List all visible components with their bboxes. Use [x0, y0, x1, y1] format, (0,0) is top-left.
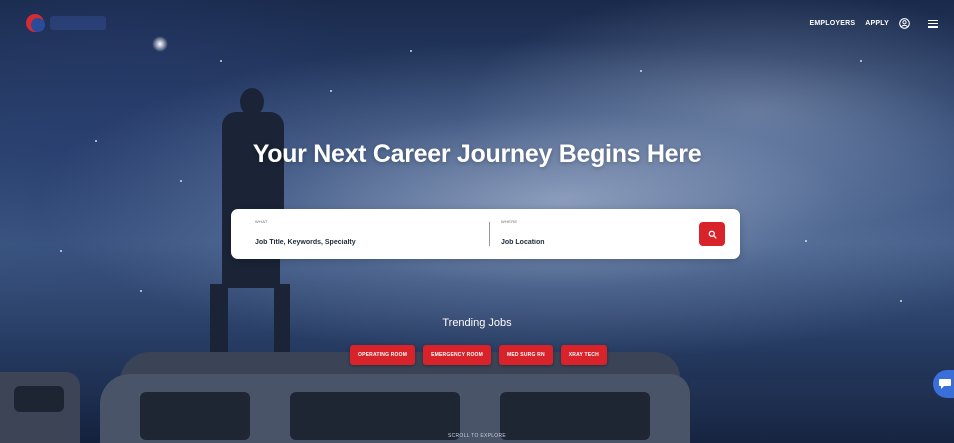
- trending-chip-operating-room[interactable]: OPERATING ROOM: [350, 345, 416, 365]
- trending-chip-med-surg-rn[interactable]: MED SURG RN: [499, 345, 553, 365]
- what-label: WHAT: [255, 219, 268, 224]
- site-logo[interactable]: [26, 12, 106, 34]
- star: [140, 290, 142, 292]
- keyword-input[interactable]: [255, 239, 455, 246]
- star: [900, 300, 902, 302]
- nav-employers-link[interactable]: EMPLOYERS: [810, 20, 856, 27]
- trending-chip-xray-tech[interactable]: XRAY TECH: [560, 345, 607, 365]
- star: [330, 90, 332, 92]
- chat-button[interactable]: [933, 370, 954, 398]
- search-button[interactable]: [699, 222, 725, 246]
- trending-chip-emergency-room[interactable]: EMERGENCY ROOM: [423, 345, 491, 365]
- search-divider: [489, 222, 490, 246]
- top-nav: EMPLOYERS APPLY: [810, 18, 938, 29]
- star-flare: [152, 36, 168, 52]
- account-icon[interactable]: [899, 18, 910, 29]
- nav-apply-link[interactable]: APPLY: [865, 20, 889, 27]
- chat-icon: [939, 379, 951, 389]
- star: [220, 60, 222, 62]
- trending-jobs-list: OPERATING ROOM EMERGENCY ROOM MED SURG R…: [350, 345, 607, 365]
- star: [640, 70, 642, 72]
- job-search-box: WHAT WHERE: [231, 209, 740, 259]
- search-icon: [708, 230, 717, 239]
- star: [60, 250, 62, 252]
- van: [90, 352, 690, 443]
- star: [410, 50, 412, 52]
- star: [180, 180, 182, 182]
- star: [805, 240, 807, 242]
- trending-jobs-title: Trending Jobs: [442, 317, 512, 329]
- where-field: WHERE: [501, 219, 671, 249]
- page-headline: Your Next Career Journey Begins Here: [252, 140, 702, 168]
- where-label: WHERE: [501, 219, 518, 224]
- location-input[interactable]: [501, 239, 671, 246]
- star: [860, 60, 862, 62]
- menu-icon[interactable]: [928, 19, 938, 28]
- scroll-hint[interactable]: SCROLL TO EXPLORE: [0, 433, 954, 439]
- what-field: WHAT: [255, 219, 455, 249]
